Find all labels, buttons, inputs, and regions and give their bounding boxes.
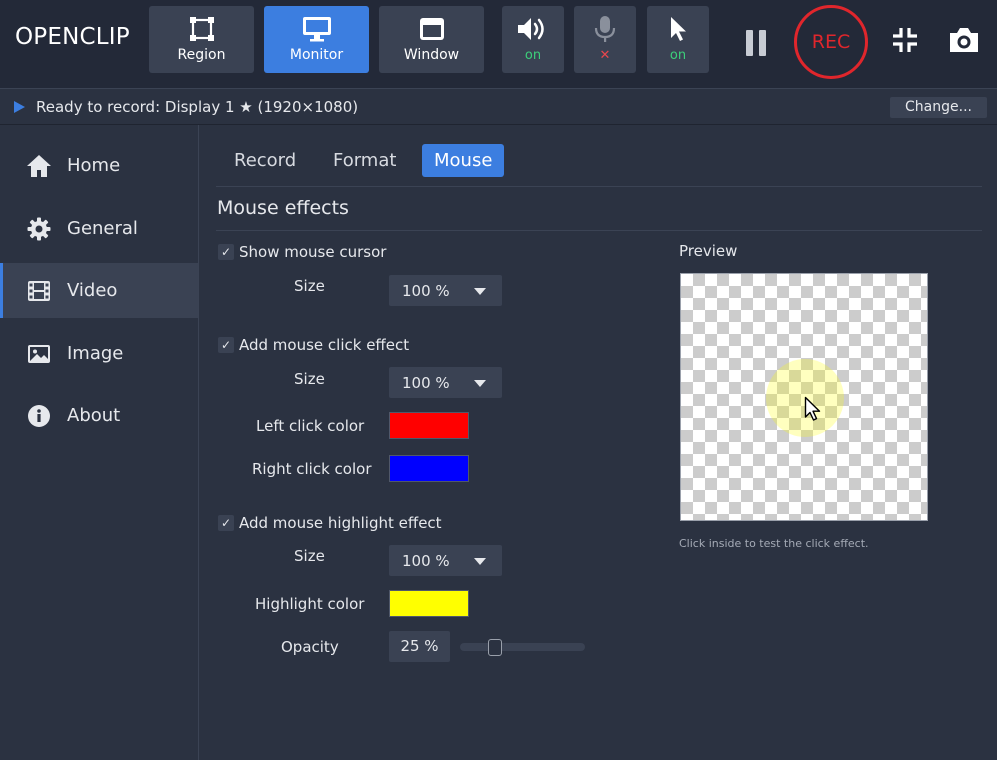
tab-record[interactable]: Record (222, 144, 308, 177)
monitor-mode-label: Monitor (289, 47, 344, 63)
checkmark-icon: ✓ (218, 515, 234, 531)
home-icon (26, 153, 52, 179)
mouse-pointer-icon (804, 396, 821, 421)
sidebar-item-about[interactable]: About (0, 388, 198, 443)
monitor-icon (302, 17, 331, 42)
sidebar-item-label: Image (67, 343, 124, 364)
highlight-size-label: Size (294, 547, 325, 565)
region-icon (189, 17, 214, 41)
sidebar-item-video[interactable]: Video (0, 263, 198, 318)
record-button[interactable]: REC (794, 5, 868, 79)
highlight-size-select[interactable]: 100 % (389, 545, 502, 576)
film-icon (26, 278, 52, 304)
checkmark-icon: ✓ (218, 337, 234, 353)
left-click-color-label: Left click color (256, 417, 365, 435)
cursor-size-value: 100 % (402, 282, 450, 300)
tabs-divider (216, 186, 982, 187)
gear-icon (26, 216, 52, 242)
opacity-value[interactable]: 25 % (389, 631, 450, 662)
sidebar-item-label: Video (67, 280, 118, 301)
status-text: Ready to record: Display 1 ★ (1920×1080) (36, 98, 359, 116)
right-click-color-label: Right click color (252, 460, 372, 478)
right-click-color-swatch[interactable] (389, 455, 469, 482)
preview-label: Preview (679, 242, 738, 260)
sidebar-item-home[interactable]: Home (0, 138, 198, 193)
microphone-toggle[interactable]: ✕ (574, 6, 636, 73)
change-target-button[interactable]: Change... (890, 97, 987, 118)
window-mode-button[interactable]: Window (379, 6, 484, 73)
opacity-label: Opacity (281, 638, 339, 656)
chevron-down-icon (474, 288, 486, 295)
preview-hint: Click inside to test the click effect. (679, 537, 869, 550)
preview-canvas[interactable] (680, 273, 928, 521)
speaker-toggle[interactable]: on (502, 6, 564, 73)
left-click-color-swatch[interactable] (389, 412, 469, 439)
pause-button[interactable] (744, 28, 768, 58)
click-effect-label: Add mouse click effect (239, 336, 410, 354)
screenshot-button[interactable] (948, 26, 980, 54)
tab-format[interactable]: Format (321, 144, 408, 177)
opacity-slider[interactable] (460, 639, 585, 656)
speaker-state: on (524, 48, 542, 63)
window-icon (419, 18, 444, 40)
highlight-effect-label: Add mouse highlight effect (239, 514, 442, 532)
highlight-color-swatch[interactable] (389, 590, 469, 617)
minimize-button[interactable] (890, 25, 920, 55)
sidebar-item-label: General (67, 218, 138, 239)
cursor-state: on (669, 48, 687, 63)
pause-icon-bar (759, 30, 766, 56)
sidebar: Home General Video Image About (0, 125, 199, 760)
section-title: Mouse effects (217, 197, 349, 219)
window-mode-label: Window (403, 47, 460, 63)
monitor-mode-button[interactable]: Monitor (264, 6, 369, 73)
speaker-icon (518, 18, 544, 40)
top-toolbar: OPENCLIP Region Monitor Window on ✕ on R… (0, 0, 997, 88)
microphone-state: ✕ (599, 48, 611, 63)
opacity-slider-handle[interactable] (488, 639, 502, 656)
section-divider (216, 230, 982, 231)
cursor-size-select[interactable]: 100 % (389, 275, 502, 306)
click-effect-checkbox[interactable]: ✓ Add mouse click effect (218, 336, 409, 354)
record-label: REC (811, 31, 851, 53)
highlight-effect-checkbox[interactable]: ✓ Add mouse highlight effect (218, 514, 442, 532)
show-cursor-label: Show mouse cursor (239, 243, 387, 261)
app-title: OPENCLIP (15, 24, 130, 50)
status-bar: Ready to record: Display 1 ★ (1920×1080)… (0, 88, 997, 125)
shrink-icon (893, 28, 917, 52)
checkmark-icon: ✓ (218, 244, 234, 260)
sidebar-item-label: Home (67, 155, 121, 176)
cursor-icon (671, 17, 686, 41)
microphone-icon (594, 16, 616, 42)
cursor-toggle[interactable]: on (647, 6, 709, 73)
pause-icon (746, 30, 753, 56)
region-mode-button[interactable]: Region (149, 6, 254, 73)
click-size-value: 100 % (402, 374, 450, 392)
image-icon (26, 341, 52, 367)
play-icon (14, 101, 25, 113)
show-cursor-checkbox[interactable]: ✓ Show mouse cursor (218, 243, 386, 261)
chevron-down-icon (474, 558, 486, 565)
tab-mouse[interactable]: Mouse (422, 144, 505, 177)
sidebar-item-general[interactable]: General (0, 201, 198, 256)
highlight-color-label: Highlight color (255, 595, 365, 613)
click-size-label: Size (294, 370, 325, 388)
click-size-select[interactable]: 100 % (389, 367, 502, 398)
sidebar-item-label: About (67, 405, 121, 426)
region-mode-label: Region (177, 47, 226, 63)
sidebar-item-image[interactable]: Image (0, 326, 198, 381)
highlight-size-value: 100 % (402, 552, 450, 570)
cursor-size-label: Size (294, 277, 325, 295)
camera-icon (950, 28, 978, 52)
info-icon (26, 403, 52, 429)
chevron-down-icon (474, 380, 486, 387)
